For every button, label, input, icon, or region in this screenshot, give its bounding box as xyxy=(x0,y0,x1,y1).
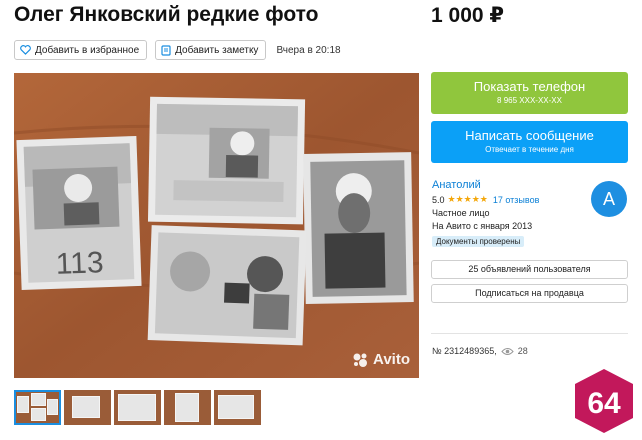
item-meta: № 2312489365, 28 xyxy=(432,346,528,356)
svg-text:113: 113 xyxy=(55,246,104,281)
logo-64-icon: 64 xyxy=(575,369,633,433)
write-message-label: Написать сообщение xyxy=(465,128,594,143)
rating-value: 5.0 xyxy=(432,194,445,205)
write-message-button[interactable]: Написать сообщение Отвечает в течение дн… xyxy=(431,121,628,163)
thumbnail[interactable] xyxy=(164,390,211,425)
add-to-favorites-label: Добавить в избранное xyxy=(35,44,140,56)
show-phone-label: Показать телефон xyxy=(473,79,586,94)
watermark-text: Avito xyxy=(373,351,410,368)
thumbnail-strip xyxy=(14,390,261,425)
reviews-link[interactable]: 17 отзывов xyxy=(493,195,540,205)
documents-verified-badge: Документы проверены xyxy=(432,236,525,247)
item-number: № 2312489365, xyxy=(432,346,497,356)
star-rating-icon: ★★★★★ xyxy=(447,194,488,204)
phone-masked: 8 965 XXX-XX-XX xyxy=(497,96,562,105)
site-logo: 64 xyxy=(573,368,635,439)
add-note-label: Добавить заметку xyxy=(175,44,259,56)
subscribe-seller-button[interactable]: Подписаться на продавца xyxy=(431,284,628,303)
divider xyxy=(431,333,628,334)
photo-image: 113 xyxy=(14,73,419,378)
thumbnail[interactable] xyxy=(14,390,61,425)
listing-price: 1 000 ₽ xyxy=(431,4,504,27)
view-count: 28 xyxy=(517,346,528,356)
listing-title: Олег Янковский редкие фото xyxy=(14,3,319,26)
main-photo[interactable]: 113 Avito xyxy=(14,73,419,378)
user-ads-button[interactable]: 25 объявлений пользователя xyxy=(431,260,628,279)
thumbnail[interactable] xyxy=(114,390,161,425)
add-note-button[interactable]: Добавить заметку xyxy=(155,40,267,60)
note-icon xyxy=(161,44,171,56)
add-to-favorites-button[interactable]: Добавить в избранное xyxy=(14,40,148,60)
avito-logo-icon xyxy=(353,353,368,367)
show-phone-button[interactable]: Показать телефон 8 965 XXX-XX-XX xyxy=(431,72,628,114)
thumbnail[interactable] xyxy=(214,390,261,425)
heart-icon xyxy=(20,45,31,55)
avito-watermark: Avito xyxy=(352,351,410,368)
seller-avatar[interactable]: А xyxy=(591,181,627,217)
seller-since: На Авито с января 2013 xyxy=(432,221,533,231)
listing-actions: Добавить в избранное Добавить заметку Вч… xyxy=(14,40,341,60)
thumbnail[interactable] xyxy=(64,390,111,425)
eye-icon xyxy=(501,347,514,355)
response-time: Отвечает в течение дня xyxy=(485,145,574,154)
logo-text: 64 xyxy=(587,387,621,420)
posted-date: Вчера в 20:18 xyxy=(276,44,341,56)
